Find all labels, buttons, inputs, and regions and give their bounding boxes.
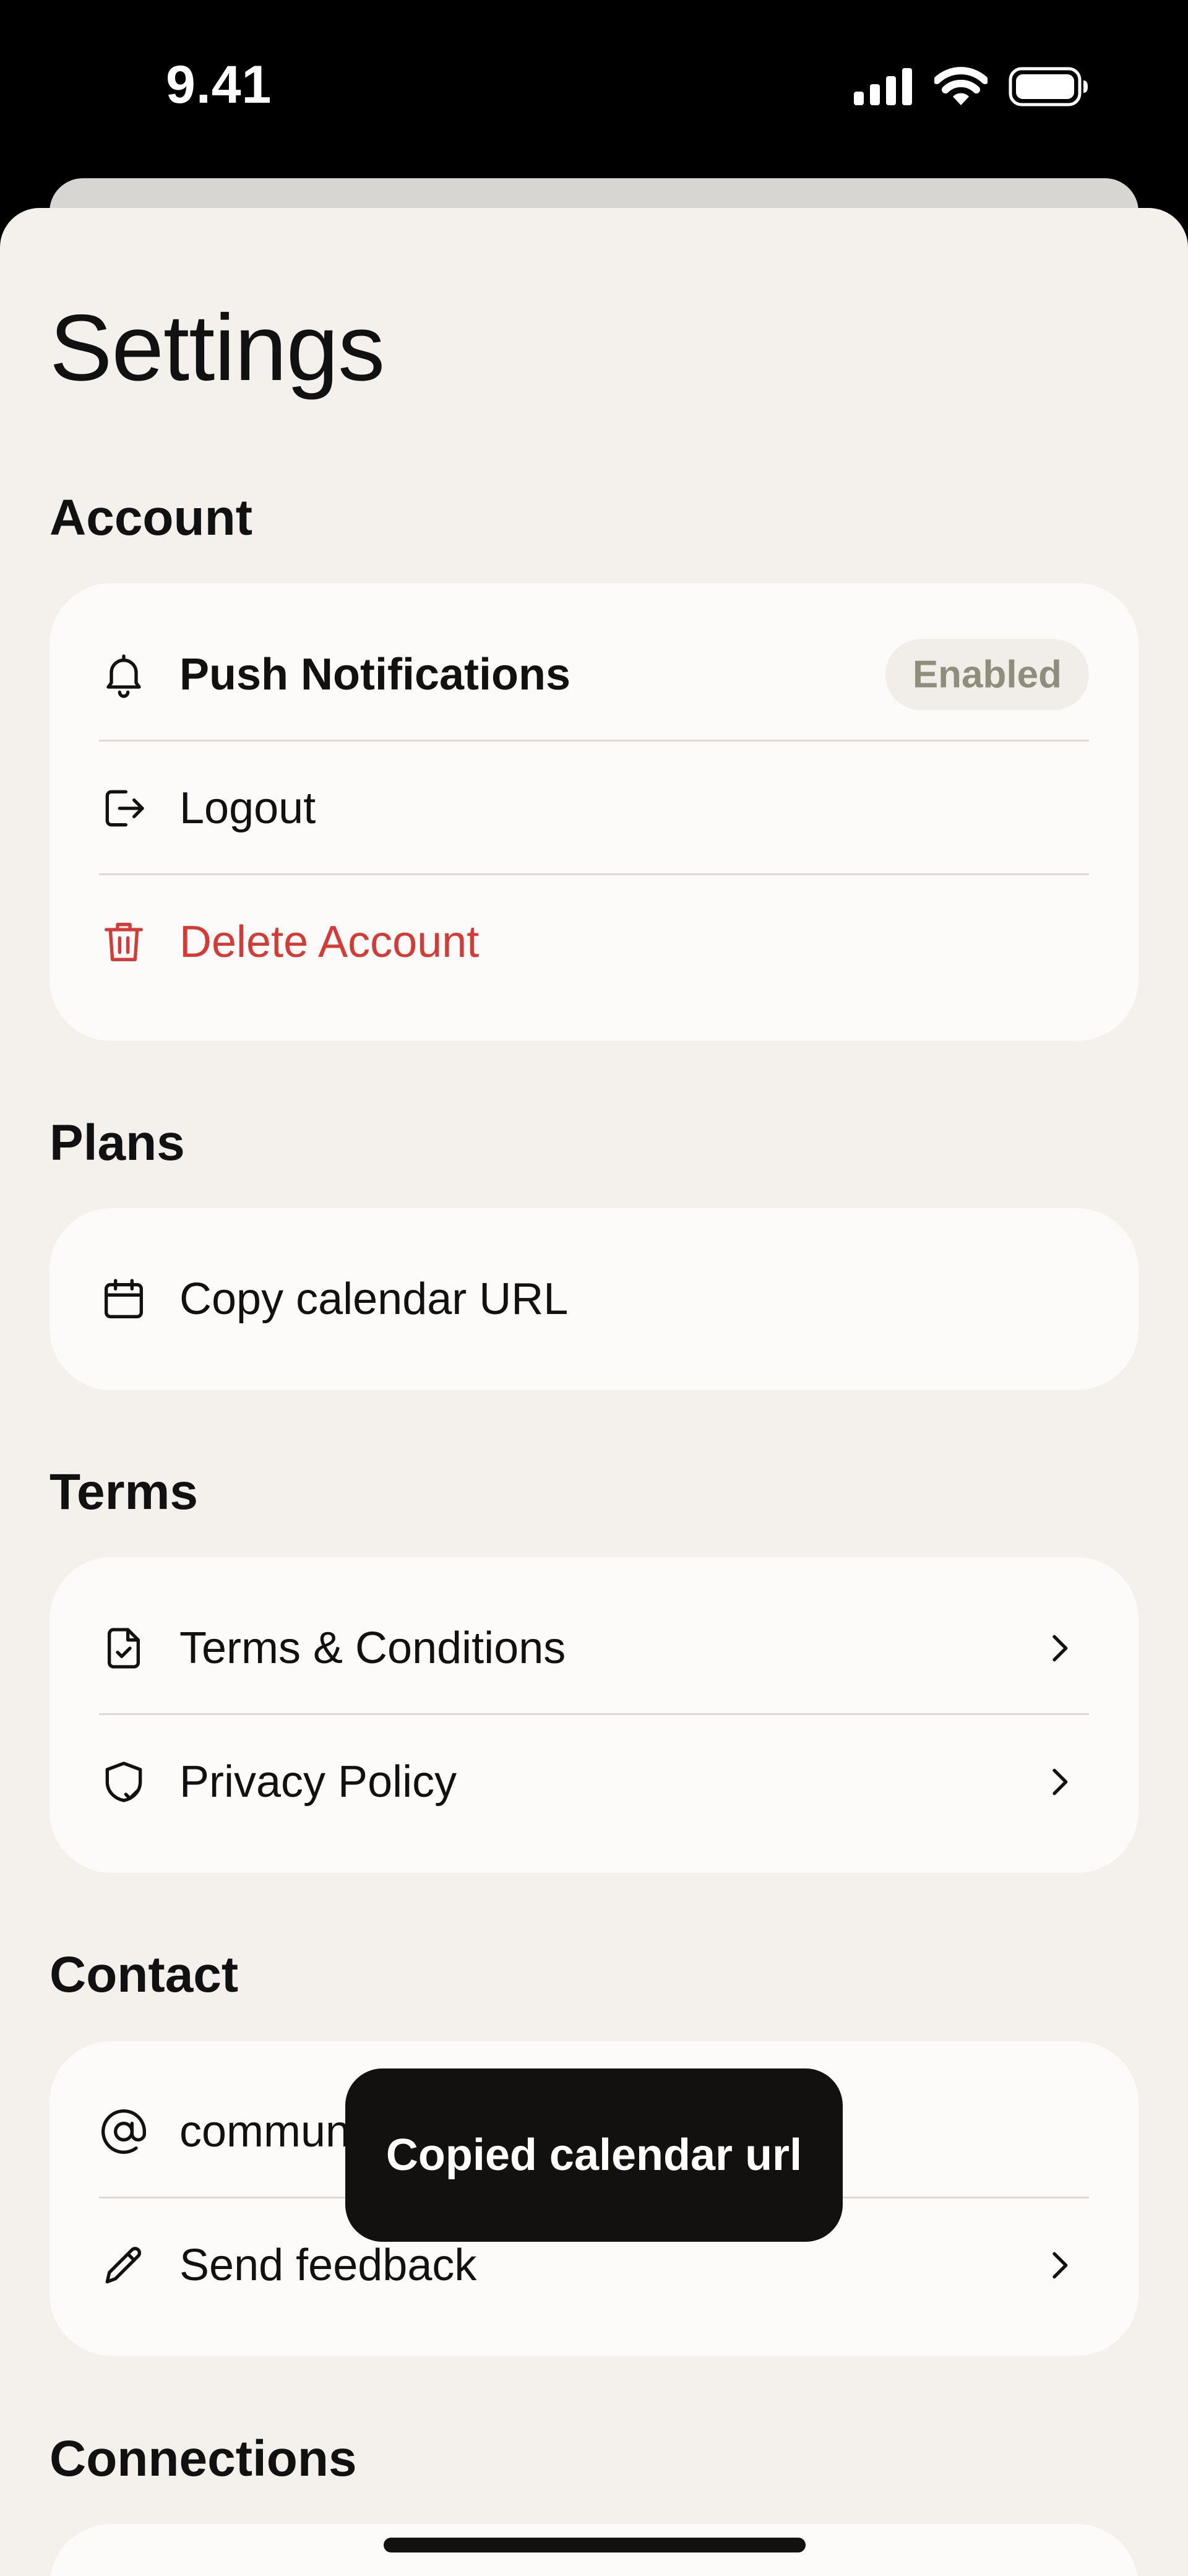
chevron-right-icon — [1040, 2245, 1079, 2285]
plans-card: Copy calendar URL — [50, 1208, 1138, 1390]
section-title-contact: Contact — [50, 1947, 239, 2003]
page-title: Settings — [50, 295, 385, 400]
chevron-right-icon — [1040, 1628, 1079, 1668]
section-title-terms: Terms — [50, 1464, 199, 1520]
at-icon — [99, 2107, 148, 2156]
wifi-icon — [933, 67, 989, 110]
account-card: Push Notifications Enabled Logout Delete… — [50, 583, 1138, 1041]
pencil-icon — [99, 2241, 148, 2290]
signal-icon — [854, 68, 913, 108]
section-title-plans: Plans — [50, 1115, 185, 1171]
send-feedback-label: Send feedback — [179, 2241, 477, 2290]
trash-icon — [99, 917, 148, 967]
push-notifications-label: Push Notifications — [179, 650, 571, 699]
section-title-account: Account — [50, 490, 252, 546]
section-title-connections: Connections — [50, 2431, 357, 2487]
delete-account-row[interactable]: Delete Account — [99, 875, 1089, 1009]
status-bar: 9.41 — [0, 0, 1188, 179]
delete-account-label: Delete Account — [179, 917, 480, 967]
logout-icon — [99, 784, 148, 833]
terms-conditions-label: Terms & Conditions — [179, 1623, 566, 1673]
bell-icon — [99, 650, 148, 699]
status-badge: Enabled — [885, 639, 1089, 711]
copy-calendar-url-label: Copy calendar URL — [179, 1274, 569, 1324]
copy-calendar-url-row[interactable]: Copy calendar URL — [99, 1232, 1089, 1366]
privacy-policy-row[interactable]: Privacy Policy — [99, 1715, 1089, 1849]
shield-check-icon — [99, 1757, 148, 1807]
chevron-right-icon — [1040, 1762, 1079, 1802]
battery-icon — [1009, 67, 1089, 110]
terms-card: Terms & Conditions Privacy Policy — [50, 1557, 1138, 1873]
toast-notification: Copied calendar url — [345, 2068, 843, 2242]
calendar-icon — [99, 1274, 148, 1324]
privacy-policy-label: Privacy Policy — [179, 1757, 457, 1807]
home-indicator[interactable] — [384, 2538, 806, 2552]
logout-label: Logout — [179, 784, 316, 833]
status-time: 9.41 — [166, 55, 272, 115]
contact-email-label: commun — [179, 2107, 351, 2156]
status-icons — [854, 67, 1089, 110]
logout-row[interactable]: Logout — [99, 741, 1089, 875]
document-check-icon — [99, 1623, 148, 1673]
terms-conditions-row[interactable]: Terms & Conditions — [99, 1581, 1089, 1715]
push-notifications-row[interactable]: Push Notifications Enabled — [99, 608, 1089, 741]
